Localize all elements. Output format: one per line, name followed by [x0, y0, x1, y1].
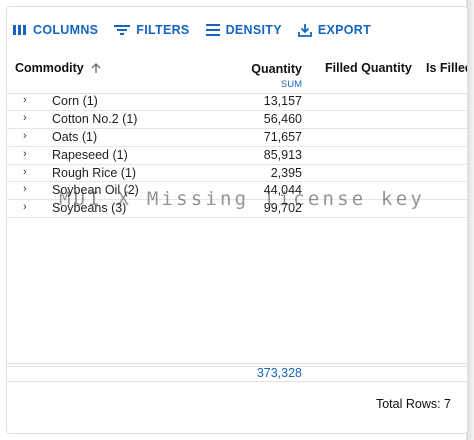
density-icon — [205, 24, 220, 36]
divider — [7, 366, 467, 367]
table-row[interactable]: › Soybeans (3) 99,702 — [7, 200, 467, 219]
quantity-cell: 85,913 — [263, 147, 302, 162]
commodity-cell: Rough Rice (1) — [52, 165, 137, 180]
table-row[interactable]: › Corn (1) 13,157 — [7, 93, 467, 111]
chevron-right-icon[interactable]: › — [23, 94, 27, 106]
chevron-right-icon[interactable]: › — [23, 148, 27, 160]
table-row[interactable]: › Rapeseed (1) 85,913 — [7, 147, 467, 165]
chevron-right-icon[interactable]: › — [23, 112, 27, 124]
quantity-cell: 2,395 — [270, 165, 302, 180]
columns-button[interactable]: COLUMNS — [13, 23, 98, 37]
filters-label: FILTERS — [136, 23, 190, 37]
column-headers: Commodity Quantity SUM Filled Quantity I… — [7, 51, 467, 94]
grid-rows: › Corn (1) 13,157 › Cotton No.2 (1) 56,4… — [7, 93, 467, 219]
filters-button[interactable]: FILTERS — [114, 23, 189, 37]
total-rows-count: Total Rows: 7 — [375, 397, 451, 411]
commodity-cell: Rapeseed (1) — [52, 147, 128, 162]
chevron-right-icon[interactable]: › — [23, 130, 27, 142]
quantity-cell: 13,157 — [263, 94, 302, 108]
table-row[interactable]: › Rough Rice (1) 2,395 — [7, 165, 467, 183]
table-row[interactable]: › Cotton No.2 (1) 56,460 — [7, 111, 467, 129]
quantity-total: 373,328 — [256, 366, 302, 380]
density-label: DENSITY — [225, 23, 282, 37]
commodity-cell: Corn (1) — [52, 94, 98, 108]
commodity-cell: Soybean Oil (2) — [52, 183, 139, 198]
chevron-right-icon[interactable]: › — [23, 201, 27, 213]
table-row[interactable]: › Soybean Oil (2) 44,044 — [7, 182, 467, 201]
divider — [7, 381, 467, 382]
column-header-commodity[interactable]: Commodity — [15, 61, 102, 75]
columns-icon — [13, 25, 26, 35]
export-label: EXPORT — [317, 23, 372, 37]
filter-icon — [114, 25, 131, 35]
quantity-cell: 71,657 — [263, 129, 302, 144]
column-header-is-filled[interactable]: Is Filled — [426, 61, 467, 75]
columns-label: COLUMNS — [33, 23, 99, 37]
quantity-cell: 44,044 — [263, 183, 302, 198]
sort-arrow-icon[interactable] — [90, 62, 102, 74]
chevron-right-icon[interactable]: › — [23, 166, 27, 178]
data-grid: COLUMNS FILTERS DENSITY EXPORT Commodity… — [6, 6, 468, 434]
column-header-quantity[interactable]: Quantity — [251, 62, 302, 76]
commodity-cell: Cotton No.2 (1) — [52, 111, 138, 126]
density-button[interactable]: DENSITY — [205, 23, 282, 37]
grid-toolbar: COLUMNS FILTERS DENSITY EXPORT — [13, 17, 371, 43]
export-icon — [297, 24, 312, 37]
divider — [7, 363, 467, 364]
chevron-right-icon[interactable]: › — [23, 183, 27, 195]
quantity-cell: 56,460 — [263, 111, 302, 126]
quantity-aggregation-label: SUM — [280, 79, 302, 90]
export-button[interactable]: EXPORT — [297, 23, 372, 37]
quantity-cell: 99,702 — [263, 201, 302, 216]
column-header-commodity-label: Commodity — [15, 61, 84, 75]
column-header-filled-quantity[interactable]: Filled Quantity — [325, 61, 412, 75]
commodity-cell: Oats (1) — [52, 129, 98, 144]
commodity-cell: Soybeans (3) — [52, 201, 127, 216]
table-row[interactable]: › Oats (1) 71,657 — [7, 129, 467, 147]
